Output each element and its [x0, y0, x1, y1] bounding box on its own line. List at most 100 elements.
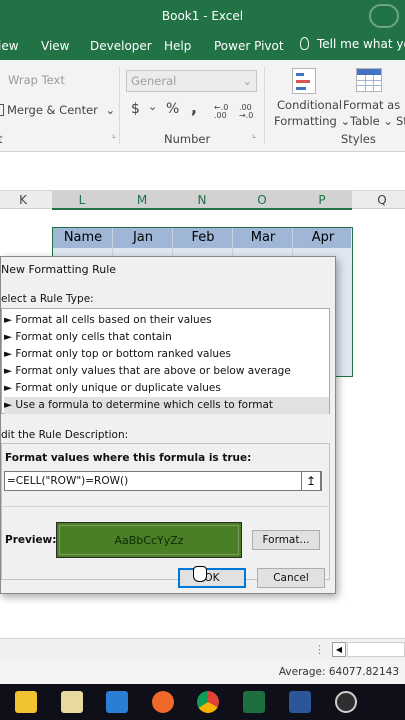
ok-button[interactable]: OK: [178, 568, 246, 588]
column-headers: K L M N O P Q: [0, 190, 405, 210]
format-preview: AaBbCcYyZz: [56, 522, 242, 558]
column-header-m[interactable]: M: [112, 193, 172, 207]
increase-decimal-button[interactable]: ←.0 .00: [214, 104, 234, 120]
tab-help[interactable]: Help: [164, 39, 191, 53]
arrow-right-icon: ►: [4, 348, 16, 360]
formula-value: =CELL("ROW")=ROW(): [7, 475, 129, 487]
table-header-cell[interactable]: Name: [53, 230, 113, 245]
column-header-k[interactable]: K: [8, 193, 38, 207]
alignment-launcher-icon[interactable]: ⌞: [112, 130, 116, 140]
collapse-dialog-icon[interactable]: ↥: [301, 471, 321, 491]
tab-review[interactable]: iew: [0, 39, 19, 53]
cancel-button[interactable]: Cancel: [257, 568, 325, 588]
mail-icon[interactable]: [106, 691, 128, 713]
ribbon: Wrap Text Merge & Center ⌄ t ⌞ General ⌄…: [0, 60, 405, 152]
percent-button[interactable]: %: [166, 101, 179, 117]
status-bar: Average: 64077.82143: [0, 660, 405, 684]
horizontal-scrollbar[interactable]: [347, 642, 405, 657]
tab-power-pivot[interactable]: Power Pivot: [214, 39, 284, 53]
formula-input[interactable]: =CELL("ROW")=ROW() ↥: [4, 471, 322, 491]
chevron-down-icon: ⌄: [242, 74, 252, 88]
file-explorer-icon[interactable]: [15, 691, 37, 713]
window-title: Book1 - Excel: [161, 9, 244, 23]
rule-description-panel: Format values where this formula is true…: [1, 443, 330, 580]
select-rule-type-label: elect a Rule Type:: [1, 293, 94, 305]
table-header-cell[interactable]: Apr: [293, 230, 353, 245]
table-header-cell[interactable]: Feb: [173, 230, 233, 245]
accessibility-hint-icon: [369, 4, 399, 28]
ribbon-tabs: iew View Developer Help Power Pivot Tell…: [0, 33, 405, 60]
cell-styles-label[interactable]: Styl: [396, 114, 405, 128]
chevron-down-icon[interactable]: ⌄: [148, 100, 157, 113]
column-header-o[interactable]: O: [232, 193, 292, 207]
arrow-right-icon: ►: [4, 399, 16, 411]
word-icon[interactable]: [289, 691, 311, 713]
rule-type-option-selected[interactable]: ► Use a formula to determine which cells…: [4, 397, 329, 414]
conditional-formatting-label-2: Formatting ⌄: [274, 114, 351, 128]
currency-button[interactable]: $: [131, 101, 140, 117]
arrow-right-icon: ►: [4, 382, 16, 394]
title-bar: Book1 - Excel: [0, 0, 405, 33]
taskbar: [0, 684, 405, 720]
lightbulb-icon: [300, 37, 309, 50]
merge-icon: [0, 104, 4, 116]
horizontal-scrollbar-area: ⋮ ◀: [0, 638, 405, 660]
rule-type-option[interactable]: ► Format only cells that contain: [4, 329, 329, 346]
rule-type-option[interactable]: ► Format only unique or duplicate values: [4, 380, 329, 397]
column-header-l[interactable]: L: [52, 193, 112, 207]
format-as-table-label-1: Format as: [343, 98, 401, 112]
column-header-p[interactable]: P: [292, 193, 352, 207]
rule-type-option[interactable]: ► Format only values that are above or b…: [4, 363, 329, 380]
wrap-text-button[interactable]: Wrap Text: [0, 73, 65, 87]
group-alignment-label: t: [0, 132, 3, 146]
number-format-dropdown[interactable]: General ⌄: [126, 70, 257, 92]
chevron-down-icon: ⌄: [105, 103, 116, 117]
wrap-text-label: Wrap Text: [8, 73, 65, 87]
arrow-right-icon: ►: [4, 331, 16, 343]
column-header-q[interactable]: Q: [352, 193, 405, 207]
chrome-icon[interactable]: [197, 691, 219, 713]
tell-me-search[interactable]: Tell me what you: [300, 37, 405, 51]
more-options-icon[interactable]: ⋮: [314, 643, 325, 656]
conditional-formatting-icon: [292, 68, 316, 94]
divider: [2, 506, 329, 507]
merge-center-label: Merge & Center: [7, 103, 98, 117]
hand-cursor-icon: [193, 566, 207, 582]
group-number-label: Number: [164, 132, 211, 146]
format-as-table-label-2: Table ⌄: [350, 114, 394, 128]
rule-type-list: ► Format all cells based on their values…: [1, 308, 330, 414]
firefox-icon[interactable]: [152, 691, 174, 713]
arrow-right-icon: ►: [4, 314, 16, 326]
rule-type-option[interactable]: ► Format all cells based on their values: [4, 312, 329, 329]
merge-center-button[interactable]: Merge & Center ⌄: [0, 103, 115, 117]
formula-label: Format values where this formula is true…: [5, 452, 252, 464]
tab-view[interactable]: View: [41, 39, 69, 53]
number-format-value: General: [131, 74, 177, 88]
obs-icon[interactable]: [335, 691, 357, 713]
edit-description-label: dit the Rule Description:: [1, 429, 129, 441]
status-average: Average: 64077.82143: [278, 666, 399, 678]
file-folder-icon[interactable]: [61, 691, 83, 713]
excel-icon[interactable]: [243, 691, 265, 713]
table-header-cell[interactable]: Jan: [113, 230, 173, 245]
conditional-formatting-label-1: Conditional: [277, 98, 343, 112]
table-header-cell[interactable]: Mar: [233, 230, 293, 245]
group-separator: [119, 66, 120, 144]
column-header-n[interactable]: N: [172, 193, 232, 207]
tell-me-text: Tell me what you: [317, 37, 405, 51]
comma-button[interactable]: ,: [191, 98, 197, 117]
format-button[interactable]: Format...: [252, 530, 320, 550]
group-separator: [264, 66, 265, 144]
preview-label: Preview:: [5, 534, 57, 546]
new-formatting-rule-dialog: New Formatting Rule elect a Rule Type: ►…: [0, 256, 336, 594]
table-header-row: Name Jan Feb Mar Apr: [53, 228, 351, 248]
rule-type-option[interactable]: ► Format only top or bottom ranked value…: [4, 346, 329, 363]
group-styles-label: Styles: [341, 132, 376, 146]
format-as-table-icon: [356, 68, 382, 92]
preview-text: AaBbCcYyZz: [59, 525, 239, 555]
number-launcher-icon[interactable]: ⌞: [252, 130, 256, 140]
tab-developer[interactable]: Developer: [90, 39, 152, 53]
scroll-left-icon[interactable]: ◀: [332, 642, 346, 657]
decrease-decimal-button[interactable]: .00 →.0: [239, 104, 259, 120]
dialog-title: New Formatting Rule: [1, 263, 117, 276]
